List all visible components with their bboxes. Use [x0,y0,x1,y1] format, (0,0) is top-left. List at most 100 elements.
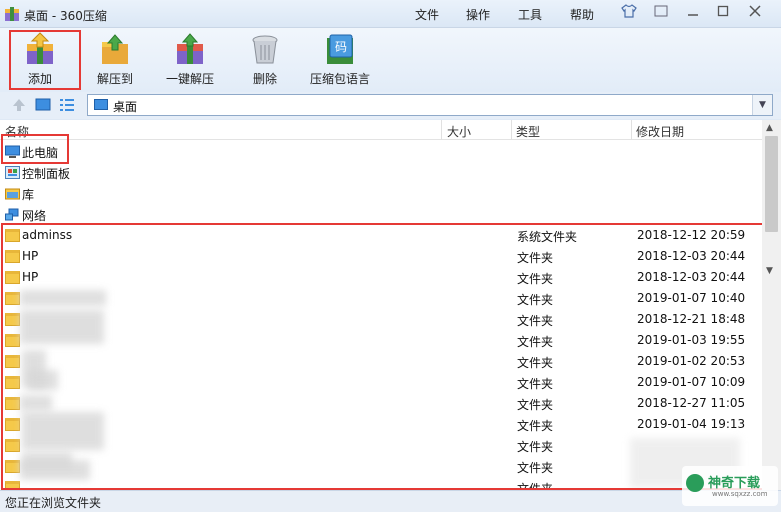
file-date: 2019-01-07 10:09 [637,375,746,389]
scroll-down-icon[interactable]: ▼ [766,266,773,276]
item-name: 控制面板 [22,167,71,181]
network-icon [5,208,19,221]
file-type: 文件夹 [517,482,554,490]
up-arrow-icon[interactable] [10,96,28,114]
status-bar: 您正在浏览文件夹 [0,490,781,512]
file-type: 文件夹 [517,356,554,370]
item-name: 库 [22,188,35,202]
column-type[interactable]: 类型 [516,123,540,140]
large-icons-view-icon[interactable] [34,96,52,114]
table-row[interactable]: 文件夹 2018-12-21 18:48 [0,309,762,330]
folder-icon [5,439,20,452]
file-type: 文件夹 [517,251,554,265]
file-type: 文件夹 [517,335,554,349]
file-type: 文件夹 [517,377,554,391]
file-name: HP [22,270,39,284]
archive-language-button[interactable]: 码 压缩包语言 [308,30,372,90]
watermark: 神奇下载 www.sqxzz.com [682,466,778,506]
add-button[interactable]: 添加 [8,30,72,90]
folder-icon [5,376,20,389]
toolbar: 添加 解压到 一键解压 删除 码 压缩包语言 [0,28,781,92]
list-view-icon[interactable] [58,96,76,114]
scroll-thumb[interactable] [765,136,778,232]
file-list: 名称 大小 类型 修改日期 此电脑 控制面板 库 网络 adminss 系统文件夹… [0,120,781,490]
feedback-icon[interactable] [650,4,672,24]
watermark-logo-icon [686,474,704,492]
file-date: 2019-01-04 19:13 [637,417,746,431]
menu-file[interactable]: 文件 [415,6,439,23]
file-type: 文件夹 [517,419,554,433]
file-date: 2019-01-03 19:55 [637,333,746,347]
folder-icon [5,397,20,410]
obscured-name [20,460,90,480]
control-panel-icon [5,166,20,179]
scroll-up-icon[interactable]: ▲ [766,123,773,133]
folder-icon [5,481,20,490]
table-row[interactable]: 文件夹 2018-12-27 11:05 [0,393,762,414]
table-row[interactable]: adminss 系统文件夹 2018-12-12 20:59 [0,225,762,246]
skin-shirt-icon[interactable] [618,4,640,24]
computer-icon [5,145,20,158]
table-row[interactable]: 文件夹 2019-01-03 19:55 [0,330,762,351]
library-icon [5,188,20,200]
window-title: 桌面 - 360压缩 [24,9,107,23]
table-row[interactable]: 文件夹 2019-01-02 20:53 [0,351,762,372]
menu-operate[interactable]: 操作 [466,6,490,23]
file-type: 文件夹 [517,398,554,412]
menu-tools[interactable]: 工具 [518,6,542,23]
folder-icon [5,229,20,242]
list-item-network[interactable]: 网络 [0,204,762,225]
trash-icon [252,35,278,64]
table-row[interactable]: HP 文件夹 2018-12-03 20:44 [0,267,762,288]
item-name: 网络 [22,209,47,223]
obscured-name [22,412,104,450]
list-item-library[interactable]: 库 [0,183,762,204]
obscured-name [20,290,106,306]
watermark-sub: www.sqxzz.com [712,490,768,498]
table-row[interactable]: 文件夹 2019-01-04 19:13 [0,414,762,435]
folder-icon [5,355,20,368]
minimize-icon[interactable] [682,4,704,24]
list-item-control-panel[interactable]: 控制面板 [0,162,762,183]
table-row[interactable]: 文件夹 2019-01-07 10:40 [0,288,762,309]
app-logo-icon [5,7,19,21]
navigation-bar: 桌面 ▼ [0,92,781,119]
one-click-extract-button[interactable]: 一键解压 [158,30,222,90]
delete-button[interactable]: 删除 [233,30,297,90]
close-icon[interactable] [744,4,766,24]
chevron-down-icon[interactable]: ▼ [752,95,772,115]
menu-help[interactable]: 帮助 [570,6,594,23]
extract-to-label: 解压到 [96,72,133,86]
file-date: 2019-01-02 20:53 [637,354,746,368]
column-size[interactable]: 大小 [447,123,471,140]
list-item-this-pc[interactable]: 此电脑 [0,141,762,162]
extract-to-button[interactable]: 解压到 [83,30,147,90]
item-name: 此电脑 [22,146,59,160]
obscured-name [20,395,52,411]
file-name: adminss [22,228,73,242]
table-row[interactable]: HP 文件夹 2018-12-03 20:44 [0,246,762,267]
column-header: 名称 大小 类型 修改日期 [0,120,762,140]
column-name[interactable]: 名称 [5,123,29,140]
column-modified[interactable]: 修改日期 [636,123,684,140]
one-click-extract-icon [177,33,203,64]
add-archive-icon [27,32,53,64]
folder-icon [5,418,20,431]
file-date: 2018-12-21 18:48 [637,312,746,326]
delete-label: 删除 [252,72,277,86]
file-date: 2018-12-03 20:44 [637,249,746,263]
file-date: 2018-12-12 20:59 [637,228,746,242]
folder-icon [5,271,20,284]
title-bar: 桌面 - 360压缩 文件 操作 工具 帮助 [0,0,781,28]
folder-icon [5,250,20,263]
table-row[interactable]: 文件夹 2019-01-07 10:09 [0,372,762,393]
one-click-extract-label: 一键解压 [165,72,214,86]
archive-language-badge: 码 [335,40,347,54]
folder-icon [5,313,20,326]
address-bar[interactable]: 桌面 ▼ [87,94,773,116]
maximize-icon[interactable] [712,4,734,24]
file-name: HP [22,249,39,263]
add-button-label: 添加 [27,72,52,86]
file-type: 文件夹 [517,293,554,307]
vertical-scrollbar[interactable]: ▲ ▼ [762,120,781,490]
